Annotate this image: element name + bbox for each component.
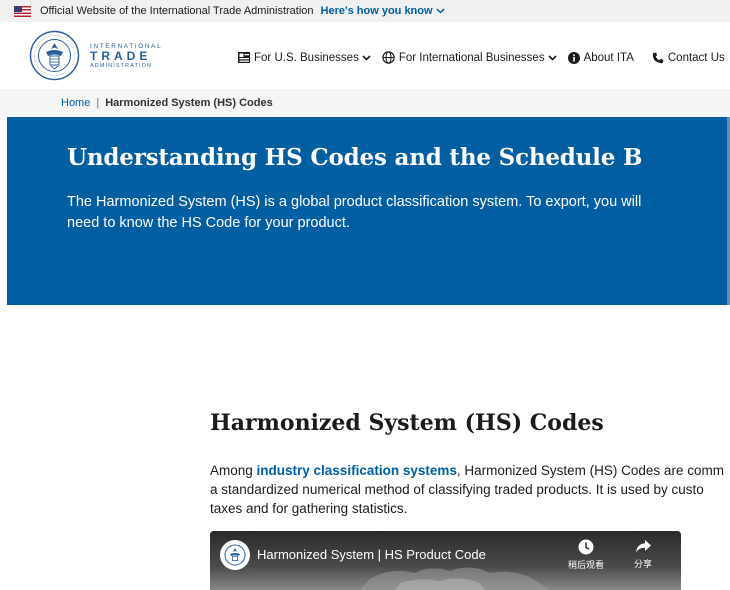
breadcrumb-current: Harmonized System (HS) Codes bbox=[105, 97, 273, 109]
heres-how-you-know-link[interactable]: Here's how you know bbox=[321, 5, 445, 17]
industry-classification-link[interactable]: industry classification systems bbox=[257, 463, 457, 478]
chevron-down-icon bbox=[436, 8, 445, 14]
nav-about-ita[interactable]: About ITA bbox=[567, 51, 634, 64]
nav-us-businesses-label: For U.S. Businesses bbox=[254, 51, 359, 64]
paragraph-line-3: taxes and for gathering statistics. bbox=[210, 501, 408, 516]
channel-logo-icon[interactable] bbox=[220, 540, 250, 570]
logo-line-administration: ADMINISTRATION bbox=[90, 63, 153, 69]
official-banner: Official Website of the International Tr… bbox=[0, 0, 730, 22]
us-flag-icon bbox=[14, 5, 31, 17]
info-icon bbox=[567, 51, 580, 64]
nav-contact-us-label: Contact Us bbox=[667, 51, 725, 64]
phone-icon bbox=[652, 52, 664, 63]
world-map-graphic bbox=[360, 567, 550, 590]
hero-title: Understanding HS Codes and the Schedule … bbox=[67, 144, 643, 171]
chevron-down-icon bbox=[362, 54, 371, 61]
globe-icon bbox=[382, 51, 395, 64]
paragraph-prefix: Among bbox=[210, 463, 257, 478]
flag-icon bbox=[238, 52, 250, 63]
nav-international-businesses-label: For International Businesses bbox=[398, 51, 545, 64]
ita-wordmark[interactable]: INTERNATIONAL TRADE ADMINISTRATION bbox=[90, 43, 162, 69]
hero-banner: Understanding HS Codes and the Schedule … bbox=[7, 117, 727, 305]
nav-international-businesses[interactable]: For International Businesses bbox=[382, 51, 557, 64]
paragraph-line-1: Among industry classification systems, H… bbox=[210, 461, 730, 480]
clock-icon bbox=[578, 539, 594, 555]
paragraph-line-1-rest: , Harmonized System (HS) Codes are comm bbox=[456, 463, 724, 478]
breadcrumb-home-link[interactable]: Home bbox=[61, 97, 90, 109]
nav-about-ita-label: About ITA bbox=[583, 51, 634, 64]
watch-later-button[interactable]: 稍后观看 bbox=[568, 539, 604, 571]
department-of-commerce-seal-icon[interactable] bbox=[29, 30, 80, 81]
breadcrumb-separator: | bbox=[96, 97, 100, 109]
nav-us-businesses[interactable]: For U.S. Businesses bbox=[238, 52, 371, 64]
hero-description: The Harmonized System (HS) is a global p… bbox=[67, 194, 642, 231]
site-header: INTERNATIONAL TRADE ADMINISTRATION For U… bbox=[0, 22, 730, 89]
video-title[interactable]: Harmonized System | HS Product Code bbox=[257, 547, 486, 562]
nav-contact-us[interactable]: Contact Us bbox=[652, 52, 725, 64]
watch-later-label: 稍后观看 bbox=[568, 560, 605, 570]
video-player[interactable]: Harmonized System | HS Product Code 稍后观看… bbox=[210, 531, 681, 590]
official-banner-text: Official Website of the International Tr… bbox=[40, 5, 314, 17]
heres-how-you-know-label: Here's how you know bbox=[320, 5, 433, 17]
section-paragraph: Among industry classification systems, H… bbox=[210, 461, 730, 518]
main-nav: For U.S. Businesses For International Bu… bbox=[238, 51, 730, 64]
chevron-down-icon bbox=[548, 54, 557, 61]
section-title: Harmonized System (HS) Codes bbox=[210, 410, 604, 436]
share-arrow-icon bbox=[635, 540, 651, 553]
paragraph-line-2: a standardized numerical method of class… bbox=[210, 482, 704, 497]
logo-line-trade: TRADE bbox=[90, 49, 152, 63]
breadcrumb: Home | Harmonized System (HS) Codes bbox=[0, 89, 730, 117]
share-label: 分享 bbox=[634, 559, 653, 569]
share-button[interactable]: 分享 bbox=[634, 539, 652, 570]
